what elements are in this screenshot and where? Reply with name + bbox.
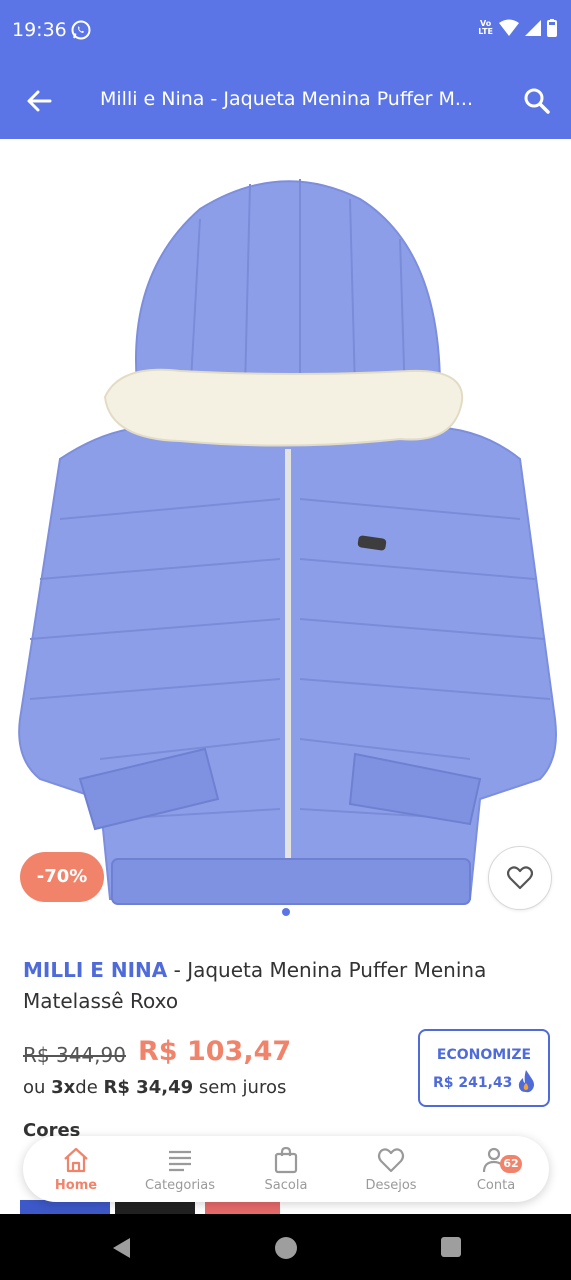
fire-icon — [516, 1069, 536, 1097]
bag-icon — [274, 1146, 298, 1174]
installments-amount: R$ 34,49 — [103, 1077, 194, 1098]
color-swatch-red[interactable] — [205, 1200, 280, 1214]
color-swatch-blue[interactable] — [20, 1200, 110, 1214]
bottom-navigation: Home Categorias Sacola Desejos 62 Conta — [23, 1136, 549, 1202]
nav-bag-label: Sacola — [264, 1178, 308, 1193]
current-price: R$ 103,47 — [138, 1036, 292, 1067]
product-title: MILLI E NINA - Jaqueta Menina Puffer Men… — [23, 955, 553, 1017]
installments-middle: de — [75, 1077, 104, 1098]
system-navigation-bar — [0, 1214, 571, 1280]
battery-icon — [547, 19, 557, 37]
installments-prefix: ou — [23, 1077, 52, 1098]
list-icon — [169, 1150, 191, 1172]
nav-account-label: Conta — [476, 1178, 516, 1193]
status-bar: 19:36 Vo LTE — [0, 0, 571, 62]
page-title: Milli e Nina - Jaqueta Menina Puffer M..… — [100, 88, 473, 110]
old-price: R$ 344,90 — [23, 1043, 126, 1067]
nav-account[interactable]: 62 Conta — [446, 1136, 546, 1202]
account-badge: 62 — [500, 1155, 522, 1173]
signal-icon — [525, 20, 541, 36]
status-time: 19:36 — [12, 19, 67, 41]
nav-wishlist-label: Desejos — [365, 1178, 417, 1193]
heart-icon — [507, 866, 533, 890]
wifi-icon — [499, 19, 519, 36]
installments-count: 3x — [51, 1077, 76, 1098]
savings-amount: R$ 241,43 — [433, 1075, 513, 1091]
app-bar: Milli e Nina - Jaqueta Menina Puffer M..… — [0, 62, 571, 139]
brand-name[interactable]: MILLI E NINA — [23, 958, 167, 982]
nav-wishlist[interactable]: Desejos — [341, 1136, 441, 1202]
discount-badge: -70% — [20, 852, 104, 902]
recents-square-icon[interactable] — [440, 1236, 462, 1258]
home-icon — [64, 1147, 88, 1173]
back-triangle-icon[interactable] — [110, 1236, 134, 1260]
back-arrow-icon[interactable] — [24, 86, 54, 116]
savings-label: ECONOMIZE — [436, 1047, 532, 1063]
installments-text: ou 3xde R$ 34,49 sem juros — [23, 1077, 286, 1098]
color-swatch-black[interactable] — [115, 1200, 195, 1214]
whatsapp-icon — [70, 19, 92, 45]
volte-icon: Vo LTE — [478, 19, 493, 36]
savings-box: ECONOMIZE R$ 241,43 — [418, 1029, 550, 1107]
nav-home[interactable]: Home — [26, 1136, 126, 1202]
home-circle-icon[interactable] — [274, 1236, 298, 1260]
installments-suffix: sem juros — [193, 1077, 287, 1098]
nav-home-label: Home — [54, 1178, 98, 1193]
product-image[interactable] — [0, 139, 571, 929]
nav-categories-label: Categorias — [144, 1178, 216, 1193]
heart-icon — [377, 1148, 405, 1173]
nav-categories[interactable]: Categorias — [130, 1136, 230, 1202]
carousel-indicator[interactable] — [282, 908, 290, 916]
search-icon[interactable] — [522, 86, 552, 116]
top-bar: 19:36 Vo LTE Milli e Nina - Jaqueta Menin… — [0, 0, 571, 139]
nav-bag[interactable]: Sacola — [236, 1136, 336, 1202]
system-icons: Vo LTE — [478, 19, 557, 37]
wishlist-button[interactable] — [488, 846, 552, 910]
